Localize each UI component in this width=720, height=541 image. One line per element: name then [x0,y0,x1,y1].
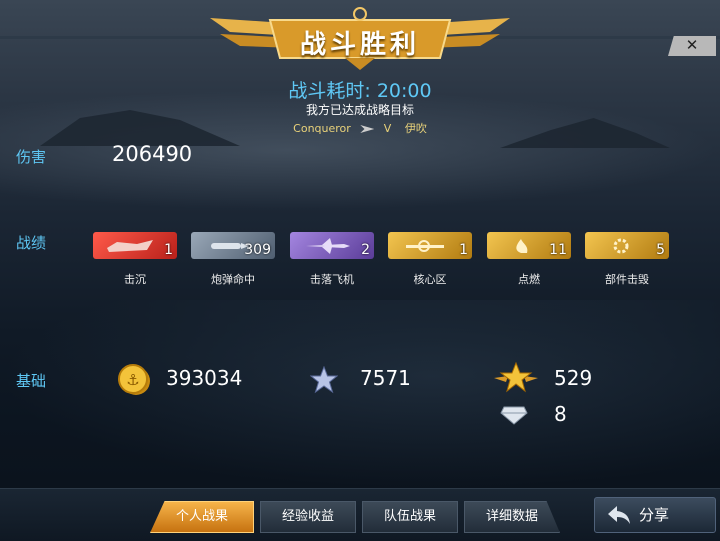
victory-title: 战斗胜利 [299,30,420,60]
victory-banner: 战斗胜利 [210,6,510,72]
badge-caption: 击沉 [124,273,146,286]
share-arrow-icon [608,506,630,524]
citadel-icon [406,240,444,252]
damage-label: 伤害 [16,148,47,166]
badge-caption: 部件击毁 [605,273,649,286]
versus-arrow-icon [360,125,375,133]
badge-count: 2 [361,242,370,258]
free-exp-value: 529 [554,366,593,390]
gold-coin-icon: ⚓ [118,364,150,395]
free-exp-star-icon [494,362,538,393]
share-button[interactable]: 分享 [594,497,716,533]
badge-count: 5 [656,242,665,258]
close-icon: ✕ [685,36,699,54]
gems-value: 8 [554,402,567,426]
battle-goal: 我方已达成战略目标 [305,103,414,117]
tab-team-results[interactable]: 队伍战果 [362,501,458,533]
badge-citadel[interactable]: 1 [388,232,472,259]
battle-duration: 战斗耗时: 20:00 [288,80,432,102]
share-label: 分享 [639,506,670,524]
basic-label: 基础 [16,372,47,390]
ship-matchup: Conqueror V 伊吹 [0,120,720,136]
gear-icon [613,238,629,254]
badge-sunk[interactable]: 1 [93,232,177,259]
badge-caption: 击落飞机 [310,273,354,286]
badge-count: 309 [244,242,271,258]
badge-modules-destroyed[interactable]: 5 [585,232,669,259]
exp-star-icon [310,366,338,394]
damage-value: 206490 [112,142,193,166]
badge-count: 1 [459,242,468,258]
tab-personal-results[interactable]: 个人战果 [150,501,254,533]
svg-text:⚓: ⚓ [126,371,139,389]
exp-value: 7571 [360,366,411,390]
badge-caption: 点燃 [518,273,540,286]
coins-value: 393034 [166,366,243,390]
sunk-ship-icon [107,240,153,252]
sea-surface [0,300,720,490]
plane-icon [306,238,350,254]
versus-label: V [383,122,392,135]
badge-planes-shot[interactable]: 2 [290,232,374,259]
record-label: 战绩 [16,234,47,252]
fire-icon [516,239,528,253]
tab-exp-earnings[interactable]: 经验收益 [260,501,356,533]
diamond-icon [500,406,528,425]
tab-detailed-data[interactable]: 详细数据 [464,501,560,533]
enemy-ship-name: 伊吹 [404,122,427,135]
badge-fires[interactable]: 11 [487,232,571,259]
badge-shell-hits[interactable]: 309 [191,232,275,259]
close-button[interactable]: ✕ [668,36,716,56]
badge-count: 11 [549,242,567,258]
badge-caption: 炮弹命中 [211,273,255,286]
player-ship-name: Conqueror [293,122,351,135]
badge-count: 1 [164,242,173,258]
badge-caption: 核心区 [413,273,447,286]
